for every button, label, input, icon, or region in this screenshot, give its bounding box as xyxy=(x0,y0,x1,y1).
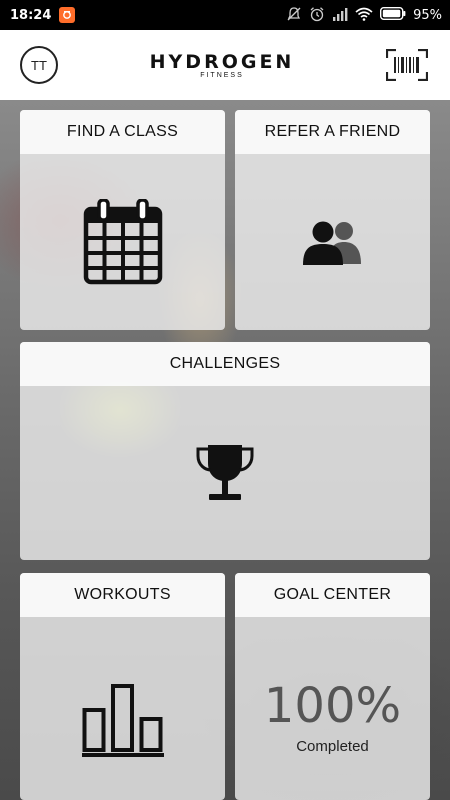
brand-logo: HYDROGEN FITNESS xyxy=(150,51,295,79)
status-time: 18:24 xyxy=(10,7,52,23)
find-class-tile[interactable]: FIND A CLASS xyxy=(20,110,225,330)
workouts-tile[interactable]: WORKOUTS xyxy=(20,573,225,800)
avatar-initials: TT xyxy=(31,57,47,73)
wifi-icon xyxy=(355,7,373,24)
refer-friend-title: REFER A FRIEND xyxy=(235,110,430,154)
calendar-icon xyxy=(83,199,162,285)
barcode-scan-icon xyxy=(385,49,428,81)
challenges-tile[interactable]: CHALLENGES xyxy=(20,342,430,560)
alarm-icon xyxy=(309,6,325,25)
goal-percent: 100% xyxy=(263,678,402,734)
people-icon xyxy=(302,221,361,265)
avatar[interactable]: TT xyxy=(20,46,58,84)
battery-percent: 95% xyxy=(413,7,442,23)
mute-icon xyxy=(286,6,302,25)
challenges-title: CHALLENGES xyxy=(20,342,430,386)
goal-status: Completed xyxy=(296,738,369,755)
status-bar: 18:24 95% xyxy=(0,0,450,30)
brand-subtitle: FITNESS xyxy=(200,72,244,79)
workouts-title: WORKOUTS xyxy=(20,573,225,617)
status-icons: 95% xyxy=(286,6,442,25)
barcode-scan-button[interactable] xyxy=(385,49,428,81)
goal-center-title: GOAL CENTER xyxy=(235,573,430,617)
brand-name: HYDROGEN xyxy=(149,51,295,73)
bar-chart-icon xyxy=(81,683,164,757)
goal-center-tile[interactable]: GOAL CENTER 100% Completed xyxy=(235,573,430,800)
battery-icon xyxy=(380,6,406,23)
signal-icon xyxy=(332,7,348,24)
find-class-title: FIND A CLASS xyxy=(20,110,225,154)
refer-friend-tile[interactable]: REFER A FRIEND xyxy=(235,110,430,330)
app-header: TT HYDROGEN FITNESS xyxy=(0,30,450,100)
notification-app-icon xyxy=(59,7,76,23)
trophy-icon xyxy=(196,445,254,500)
